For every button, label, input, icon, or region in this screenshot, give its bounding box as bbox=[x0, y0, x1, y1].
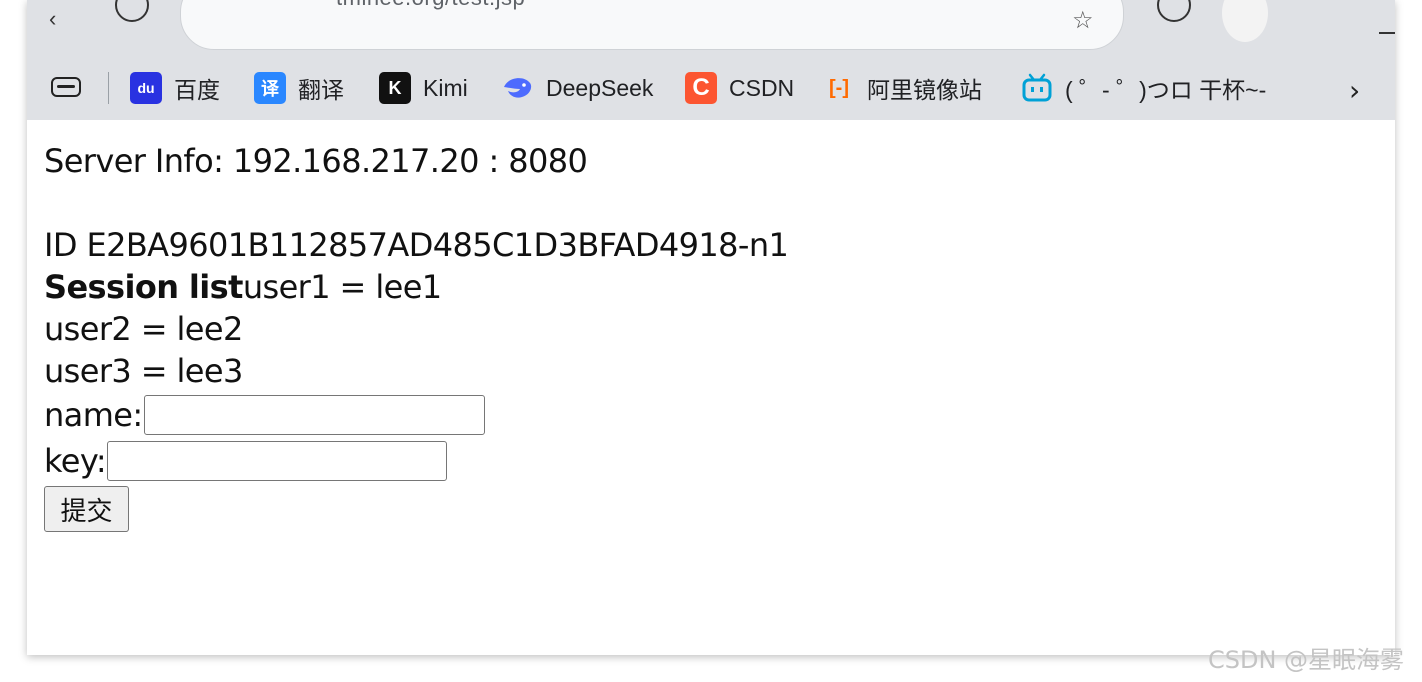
bookmark-label: CSDN bbox=[729, 74, 795, 101]
csdn-icon: C bbox=[685, 72, 717, 104]
name-label: name: bbox=[44, 396, 143, 434]
url-text[interactable]: tminee.org/test.jsp bbox=[336, 0, 525, 11]
kimi-icon: K bbox=[379, 72, 411, 104]
bilibili-icon bbox=[1021, 72, 1053, 104]
bookmark-label: DeepSeek bbox=[546, 74, 654, 101]
session-id: ID E2BA9601B112857AD485C1D3BFAD4918-n1 bbox=[44, 226, 789, 264]
bookmark-csdn[interactable]: C CSDN bbox=[685, 72, 794, 104]
bookmark-label: 翻译 bbox=[298, 77, 344, 103]
server-info: Server Info: 192.168.217.20 : 8080 bbox=[44, 142, 588, 180]
translate-icon: 译 bbox=[254, 72, 286, 104]
bookmark-baidu[interactable]: du 百度 bbox=[130, 72, 220, 104]
name-input[interactable] bbox=[143, 395, 485, 435]
bookmark-aliyun[interactable]: [-] 阿里镜像站 bbox=[823, 72, 982, 104]
back-arrow-icon[interactable]: ‹ bbox=[49, 6, 56, 32]
reload-icon[interactable] bbox=[115, 0, 149, 22]
chevron-right-icon[interactable]: › bbox=[1349, 74, 1360, 107]
profile-avatar[interactable] bbox=[1222, 0, 1268, 42]
key-input[interactable] bbox=[107, 441, 448, 481]
content-body: Server Info: 192.168.217.20 : 8080 ID E2… bbox=[44, 140, 789, 532]
key-field-row: key: bbox=[44, 438, 788, 484]
baidu-icon: du bbox=[130, 72, 162, 104]
extension-icon[interactable] bbox=[1157, 0, 1191, 22]
session-list-row: Session listuser1 = lee1 bbox=[44, 266, 788, 308]
bookmarks-divider bbox=[108, 72, 109, 104]
bookmark-bilibili[interactable]: ( ゜- ゜)つロ 干杯~- bbox=[1021, 72, 1266, 104]
aliyun-icon: [-] bbox=[829, 76, 849, 99]
address-row: ‹ tminee.org/test.jsp ☆ bbox=[27, 0, 1395, 52]
bookmark-label: Kimi bbox=[423, 74, 468, 101]
browser-window: ‹ tminee.org/test.jsp ☆ du 百度 译 翻译 K bbox=[27, 0, 1395, 655]
bookmark-deepseek[interactable]: DeepSeek bbox=[502, 72, 653, 104]
submit-button[interactable]: 提交 bbox=[44, 486, 129, 532]
bookmark-label: ( ゜- ゜)つロ 干杯~- bbox=[1065, 77, 1267, 103]
page-content: Server Info: 192.168.217.20 : 8080 ID E2… bbox=[27, 120, 1395, 655]
bookmarks-bar: du 百度 译 翻译 K Kimi DeepSeek C CSDN [-] 阿里… bbox=[27, 66, 1395, 110]
address-bar[interactable]: tminee.org/test.jsp bbox=[180, 0, 1124, 50]
bookmark-label: 百度 bbox=[174, 77, 220, 103]
session-entry: user2 = lee2 bbox=[44, 310, 243, 348]
bookmark-translate[interactable]: 译 翻译 bbox=[254, 72, 344, 104]
bookmark-kimi[interactable]: K Kimi bbox=[379, 72, 468, 104]
name-field-row: name: bbox=[44, 392, 788, 438]
deepseek-icon bbox=[502, 72, 534, 104]
window-menu-icon[interactable] bbox=[1379, 14, 1395, 34]
key-label: key: bbox=[44, 442, 107, 480]
watermark: CSDN @星眠海雾 bbox=[1208, 646, 1405, 674]
session-list-heading: Session list bbox=[44, 268, 243, 306]
tab-search-icon[interactable] bbox=[51, 77, 81, 97]
bookmark-label: 阿里镜像站 bbox=[867, 77, 982, 103]
bookmark-star-icon[interactable]: ☆ bbox=[1072, 6, 1094, 35]
browser-chrome: ‹ tminee.org/test.jsp ☆ du 百度 译 翻译 K bbox=[27, 0, 1395, 120]
session-entry: user1 = lee1 bbox=[242, 268, 442, 306]
session-entry: user3 = lee3 bbox=[44, 352, 243, 390]
